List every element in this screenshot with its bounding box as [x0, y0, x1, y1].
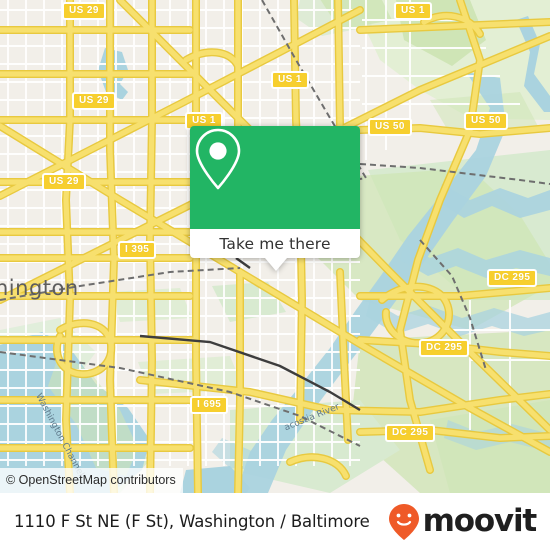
road-shield-us1-mid: US 1 — [271, 71, 309, 89]
osm-attribution[interactable]: © OpenStreetMap contributors — [0, 468, 183, 493]
road-shield-dc295-south: DC 295 — [385, 424, 436, 442]
road-shield-i395: I 395 — [118, 241, 157, 259]
moovit-logo[interactable]: moovit — [387, 502, 538, 542]
moovit-pin-smiley-icon — [388, 503, 419, 540]
map-pin-icon — [195, 128, 241, 190]
footer-bar: 1110 F St NE (F St), Washington / Baltim… — [0, 493, 550, 550]
moovit-map-screenshot: hington Washington Channel acostia River… — [0, 0, 550, 550]
road-shield-us1-north: US 1 — [394, 2, 432, 20]
take-me-there-label: Take me there — [219, 234, 331, 253]
popup-card-action[interactable]: Take me there — [190, 229, 360, 271]
road-shield-dc295-mid: DC 295 — [419, 339, 470, 357]
road-shield-us29-north: US 29 — [62, 2, 106, 20]
address-label: 1110 F St NE (F St), Washington / Baltim… — [14, 512, 370, 531]
popup-card-header — [190, 126, 360, 229]
map-place-label-washington: hington — [0, 276, 79, 300]
road-shield-us29-lower: US 29 — [42, 173, 86, 191]
map-canvas[interactable]: hington Washington Channel acostia River… — [0, 0, 550, 493]
location-popup-card[interactable]: Take me there — [190, 126, 360, 271]
popup-pointer-tail — [265, 258, 287, 271]
road-shield-i695: I 695 — [190, 396, 229, 414]
road-shield-us29-upper: US 29 — [72, 92, 116, 110]
road-shield-dc295-north: DC 295 — [487, 269, 538, 287]
road-shield-us50-east: US 50 — [464, 112, 508, 130]
moovit-wordmark: moovit — [422, 503, 538, 539]
road-shield-us50-west: US 50 — [368, 118, 412, 136]
